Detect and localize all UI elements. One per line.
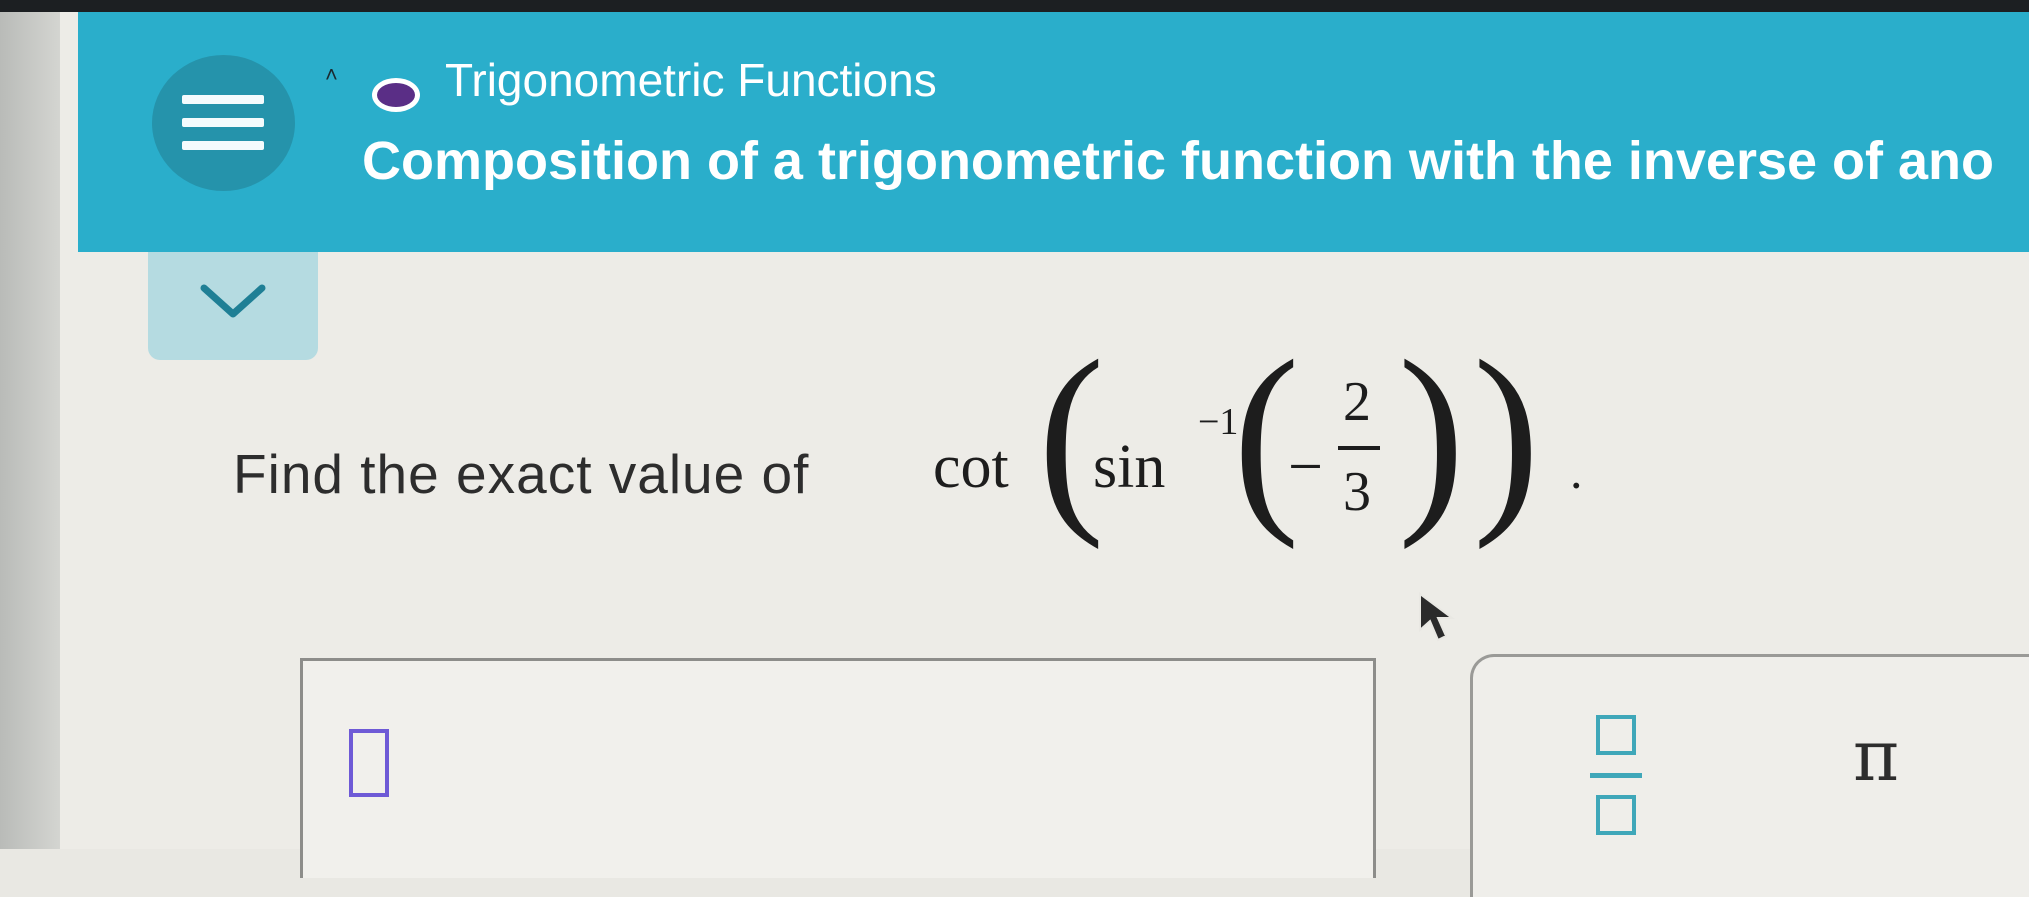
math-period: .	[1570, 443, 1583, 499]
math-toolbar: π	[1470, 654, 2029, 897]
screen-top-bezel	[0, 0, 2029, 12]
menu-button[interactable]	[152, 55, 295, 191]
math-inner-function: sin	[1093, 433, 1166, 501]
caret-icon: ˄	[325, 62, 338, 87]
math-minus-sign: −	[1288, 433, 1323, 501]
chevron-down-icon	[200, 284, 266, 318]
topic-title: Trigonometric Functions	[445, 54, 937, 106]
math-expression: cot ( sin −1 ( − 2 3 ) ) .	[933, 318, 1833, 550]
math-right-paren-outer: )	[1473, 318, 1540, 551]
pi-button[interactable]: π	[1853, 715, 1899, 797]
answer-input[interactable]	[300, 658, 1376, 878]
fraction-button[interactable]	[1588, 715, 1648, 840]
answer-input-cursor[interactable]	[349, 729, 389, 797]
lesson-subtitle: Composition of a trigonometric function …	[362, 131, 1995, 191]
topic-status-dot	[372, 78, 420, 112]
expand-toggle-button[interactable]	[148, 252, 318, 360]
math-numerator: 2	[1343, 371, 1371, 433]
math-denominator: 3	[1343, 461, 1371, 523]
screen-left-bezel	[0, 12, 60, 849]
math-fraction-bar	[1338, 446, 1380, 450]
mouse-pointer-icon	[1419, 592, 1455, 642]
math-right-paren-inner: )	[1398, 318, 1465, 551]
question-prompt: Find the exact value of	[233, 443, 810, 505]
math-outer-function: cot	[933, 433, 1009, 501]
